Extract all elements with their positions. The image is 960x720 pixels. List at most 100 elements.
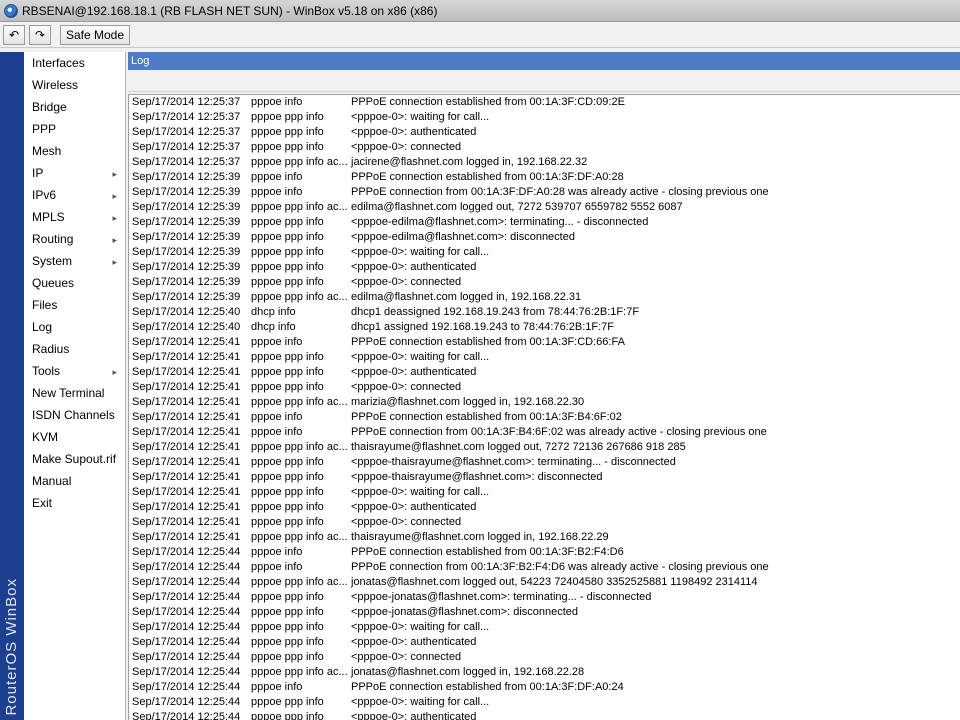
log-topics-cell: pppoe ppp info ac...	[251, 441, 348, 453]
log-row[interactable]: Sep/17/2014 12:25:44 pppoe info PPPoE conn…	[129, 545, 960, 560]
menu-item-kvm[interactable]: KVM	[24, 426, 125, 448]
log-row[interactable]: Sep/17/2014 12:25:44 pppoe ppp info <pppoe…	[129, 710, 960, 720]
log-time-cell: Sep/17/2014 12:25:44	[132, 681, 241, 693]
log-row[interactable]: Sep/17/2014 12:25:41 pppoe ppp info ac...…	[129, 395, 960, 410]
menu-item-routing[interactable]: Routing ▸	[24, 228, 125, 250]
log-row[interactable]: Sep/17/2014 12:25:44 pppoe ppp info <pppoe…	[129, 605, 960, 620]
log-topics-cell: pppoe info	[251, 426, 303, 438]
log-row[interactable]: Sep/17/2014 12:25:37 pppoe info PPPoE conn…	[129, 95, 960, 110]
toolbar: ↶ ↷ Safe Mode	[0, 22, 960, 48]
log-row[interactable]: Sep/17/2014 12:25:40 dhcp info dhcp1 deass…	[129, 305, 960, 320]
log-row[interactable]: Sep/17/2014 12:25:41 pppoe ppp info <pppoe…	[129, 365, 960, 380]
log-message-cell: jonatas@flashnet.com logged out, 54223 7…	[351, 576, 758, 588]
log-time-cell: Sep/17/2014 12:25:41	[132, 516, 241, 528]
log-topics-cell: pppoe ppp info	[251, 351, 324, 363]
log-time-cell: Sep/17/2014 12:25:44	[132, 696, 241, 708]
menu-item-mpls[interactable]: MPLS ▸	[24, 206, 125, 228]
log-topics-cell: pppoe ppp info	[251, 486, 324, 498]
log-table[interactable]: Sep/17/2014 12:25:37 pppoe info PPPoE conn…	[128, 94, 960, 720]
menu-item-ipv6[interactable]: IPv6 ▸	[24, 184, 125, 206]
menu-item-tools[interactable]: Tools ▸	[24, 360, 125, 382]
menu-item-label: System	[32, 254, 73, 268]
menu-item-label: PPP	[32, 122, 57, 136]
menu-item-system[interactable]: System ▸	[24, 250, 125, 272]
log-row[interactable]: Sep/17/2014 12:25:40 dhcp info dhcp1 assig…	[129, 320, 960, 335]
log-time-cell: Sep/17/2014 12:25:39	[132, 246, 241, 258]
log-row[interactable]: Sep/17/2014 12:25:44 pppoe ppp info ac...…	[129, 665, 960, 680]
menu-item-log[interactable]: Log	[24, 316, 125, 338]
log-topics-cell: pppoe ppp info ac...	[251, 156, 348, 168]
log-row[interactable]: Sep/17/2014 12:25:44 pppoe ppp info <pppoe…	[129, 620, 960, 635]
menu-item-label: Manual	[32, 474, 72, 488]
log-row[interactable]: Sep/17/2014 12:25:44 pppoe ppp info <pppoe…	[129, 590, 960, 605]
log-row[interactable]: Sep/17/2014 12:25:37 pppoe ppp info ac...…	[129, 155, 960, 170]
log-message-cell: <pppoe-0>: waiting for call...	[351, 246, 490, 258]
menu-item-manual[interactable]: Manual	[24, 470, 125, 492]
menu-item-label: Wireless	[32, 78, 79, 92]
log-row[interactable]: Sep/17/2014 12:25:44 pppoe ppp info <pppoe…	[129, 695, 960, 710]
log-row[interactable]: Sep/17/2014 12:25:39 pppoe ppp info <pppoe…	[129, 275, 960, 290]
menu-item-exit[interactable]: Exit	[24, 492, 125, 514]
log-topics-cell: pppoe ppp info	[251, 711, 324, 720]
log-row[interactable]: Sep/17/2014 12:25:39 pppoe ppp info ac...…	[129, 200, 960, 215]
log-topics-cell: pppoe ppp info	[251, 696, 324, 708]
log-time-cell: Sep/17/2014 12:25:39	[132, 261, 241, 273]
log-time-cell: Sep/17/2014 12:25:44	[132, 666, 241, 678]
undo-button[interactable]: ↶	[3, 25, 25, 45]
log-row[interactable]: Sep/17/2014 12:25:37 pppoe ppp info <pppoe…	[129, 140, 960, 155]
log-row[interactable]: Sep/17/2014 12:25:37 pppoe ppp info <pppoe…	[129, 110, 960, 125]
log-window-title[interactable]: Log	[128, 52, 960, 70]
log-row[interactable]: Sep/17/2014 12:25:44 pppoe ppp info <pppoe…	[129, 650, 960, 665]
log-row[interactable]: Sep/17/2014 12:25:39 pppoe ppp info <pppoe…	[129, 245, 960, 260]
log-row[interactable]: Sep/17/2014 12:25:41 pppoe ppp info <pppoe…	[129, 485, 960, 500]
log-time-cell: Sep/17/2014 12:25:41	[132, 441, 241, 453]
redo-icon: ↷	[34, 28, 46, 42]
menu-item-interfaces[interactable]: Interfaces	[24, 52, 125, 74]
log-row[interactable]: Sep/17/2014 12:25:41 pppoe info PPPoE conn…	[129, 335, 960, 350]
log-row[interactable]: Sep/17/2014 12:25:39 pppoe ppp info <pppoe…	[129, 260, 960, 275]
menu-item-label: Files	[32, 298, 58, 312]
log-row[interactable]: Sep/17/2014 12:25:41 pppoe info PPPoE conn…	[129, 425, 960, 440]
log-row[interactable]: Sep/17/2014 12:25:41 pppoe ppp info <pppoe…	[129, 500, 960, 515]
menu-item-radius[interactable]: Radius	[24, 338, 125, 360]
log-row[interactable]: Sep/17/2014 12:25:39 pppoe ppp info <pppoe…	[129, 230, 960, 245]
log-row[interactable]: Sep/17/2014 12:25:41 pppoe ppp info <pppoe…	[129, 350, 960, 365]
menu-item-ppp[interactable]: PPP	[24, 118, 125, 140]
safe-mode-button[interactable]: Safe Mode	[60, 25, 130, 45]
log-topics-cell: pppoe ppp info	[251, 501, 324, 513]
menu-item-isdn-channels[interactable]: ISDN Channels	[24, 404, 125, 426]
menu-item-bridge[interactable]: Bridge	[24, 96, 125, 118]
log-row[interactable]: Sep/17/2014 12:25:41 pppoe ppp info ac...…	[129, 530, 960, 545]
log-row[interactable]: Sep/17/2014 12:25:39 pppoe info PPPoE conn…	[129, 185, 960, 200]
log-topics-cell: pppoe ppp info	[251, 456, 324, 468]
log-message-cell: PPPoE connection from 00:1A:3F:DF:A0:28 …	[351, 186, 769, 198]
log-row[interactable]: Sep/17/2014 12:25:41 pppoe ppp info <pppoe…	[129, 380, 960, 395]
log-row[interactable]: Sep/17/2014 12:25:37 pppoe ppp info <pppoe…	[129, 125, 960, 140]
log-row[interactable]: Sep/17/2014 12:25:41 pppoe info PPPoE conn…	[129, 410, 960, 425]
undo-icon: ↶	[8, 28, 20, 42]
log-row[interactable]: Sep/17/2014 12:25:44 pppoe info PPPoE conn…	[129, 560, 960, 575]
log-time-cell: Sep/17/2014 12:25:44	[132, 621, 241, 633]
log-row[interactable]: Sep/17/2014 12:25:41 pppoe ppp info <pppoe…	[129, 515, 960, 530]
log-row[interactable]: Sep/17/2014 12:25:41 pppoe ppp info <pppoe…	[129, 470, 960, 485]
log-row[interactable]: Sep/17/2014 12:25:41 pppoe ppp info <pppoe…	[129, 455, 960, 470]
menu-item-ip[interactable]: IP ▸	[24, 162, 125, 184]
log-message-cell: <pppoe-thaisrayume@flashnet.com>: discon…	[351, 471, 603, 483]
menu-item-make-supout[interactable]: Make Supout.rif	[24, 448, 125, 470]
log-message-cell: <pppoe-0>: connected	[351, 516, 462, 528]
log-row[interactable]: Sep/17/2014 12:25:39 pppoe ppp info <pppoe…	[129, 215, 960, 230]
menu-item-files[interactable]: Files	[24, 294, 125, 316]
menu-item-mesh[interactable]: Mesh	[24, 140, 125, 162]
log-row[interactable]: Sep/17/2014 12:25:39 pppoe ppp info ac...…	[129, 290, 960, 305]
log-row[interactable]: Sep/17/2014 12:25:41 pppoe ppp info ac...…	[129, 440, 960, 455]
redo-button[interactable]: ↷	[29, 25, 51, 45]
log-row[interactable]: Sep/17/2014 12:25:44 pppoe info PPPoE conn…	[129, 680, 960, 695]
log-message-cell: PPPoE connection established from 00:1A:…	[351, 546, 624, 558]
log-row[interactable]: Sep/17/2014 12:25:44 pppoe ppp info ac...…	[129, 575, 960, 590]
log-row[interactable]: Sep/17/2014 12:25:39 pppoe info PPPoE conn…	[129, 170, 960, 185]
menu-item-wireless[interactable]: Wireless	[24, 74, 125, 96]
log-row[interactable]: Sep/17/2014 12:25:44 pppoe ppp info <pppoe…	[129, 635, 960, 650]
log-topics-cell: pppoe ppp info	[251, 261, 324, 273]
menu-item-new-terminal[interactable]: New Terminal	[24, 382, 125, 404]
menu-item-queues[interactable]: Queues	[24, 272, 125, 294]
